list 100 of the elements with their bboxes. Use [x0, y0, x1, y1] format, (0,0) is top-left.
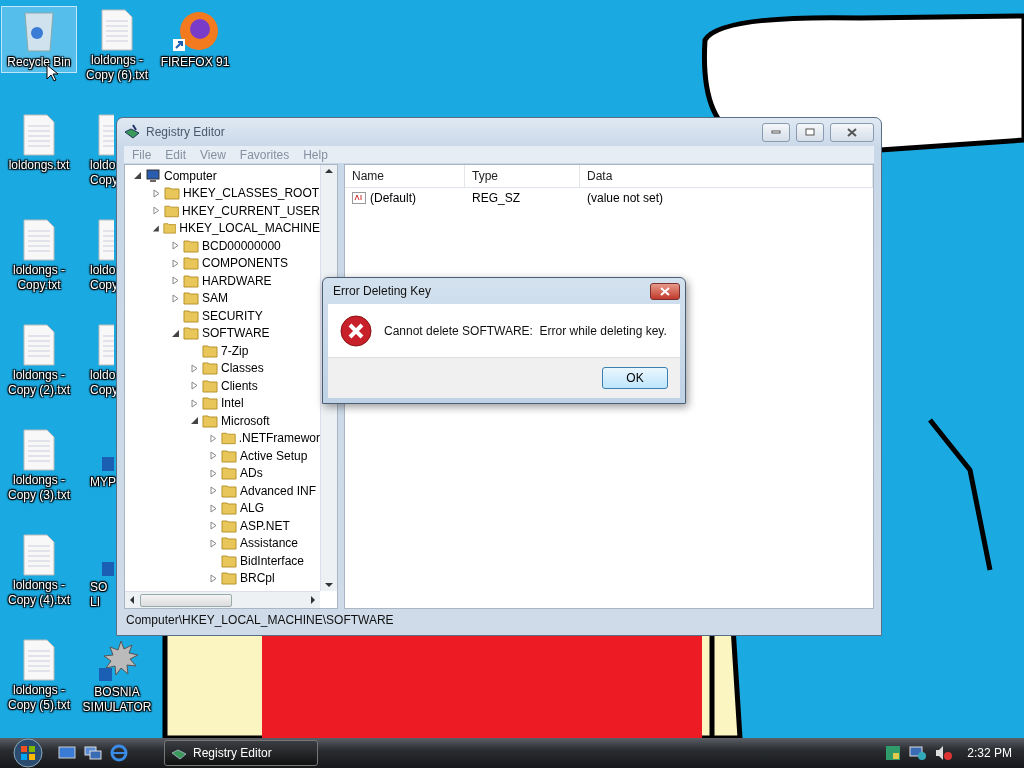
- folder-icon: [163, 203, 179, 218]
- icon-label: loldongs - Copy (4).txt: [7, 578, 71, 608]
- tree-item[interactable]: ASP.NET: [240, 518, 290, 533]
- monitor-icon[interactable]: [909, 745, 928, 761]
- icon-label: SO LI: [90, 580, 109, 610]
- recycle-bin-icon[interactable]: [22, 9, 56, 53]
- tree-item[interactable]: BCD00000000: [202, 238, 281, 253]
- tree-item[interactable]: Computer: [164, 168, 217, 183]
- tree-item[interactable]: HKEY_CURRENT_USER: [181, 203, 320, 218]
- tree-item[interactable]: ALG: [240, 501, 264, 516]
- tree-item[interactable]: BidInterface: [240, 553, 305, 568]
- collapse-arrow-icon[interactable]: [133, 171, 142, 181]
- tree-item[interactable]: HKEY_CLASSES_ROOT: [183, 186, 320, 201]
- expand-arrow-icon[interactable]: [190, 363, 199, 373]
- expand-arrow-icon[interactable]: [152, 206, 161, 216]
- folder-icon: [164, 186, 180, 201]
- desktop-icon[interactable]: [58, 746, 76, 760]
- scroll-right-icon[interactable]: [311, 596, 316, 604]
- registry-icon: [124, 124, 140, 140]
- value-name[interactable]: (Default): [345, 191, 465, 205]
- minimize-button[interactable]: [762, 122, 790, 142]
- folder-icon: [202, 378, 218, 393]
- tree-item[interactable]: HARDWARE: [202, 273, 272, 288]
- expand-arrow-icon[interactable]: [209, 451, 218, 461]
- expand-arrow-icon[interactable]: [190, 398, 199, 408]
- computer-icon: [145, 168, 161, 183]
- close-button[interactable]: [830, 122, 874, 142]
- tree-item[interactable]: SOFTWARE: [202, 326, 270, 341]
- text-file-icon[interactable]: [98, 324, 114, 366]
- clock[interactable]: 2:32 PM: [967, 746, 1012, 760]
- expand-arrow-icon[interactable]: [171, 241, 180, 251]
- text-file-icon[interactable]: [23, 429, 55, 471]
- text-file-icon[interactable]: [23, 324, 55, 366]
- tree-item[interactable]: Active Setup: [240, 448, 308, 463]
- tree-item[interactable]: Clients: [221, 378, 258, 393]
- collapse-arrow-icon[interactable]: [190, 416, 199, 426]
- scroll-left-icon[interactable]: [129, 596, 134, 604]
- tree-item[interactable]: HKEY_LOCAL_MACHINE: [179, 221, 320, 236]
- folder-icon: [202, 343, 218, 358]
- expand-arrow-icon[interactable]: [171, 293, 180, 303]
- value-type: REG_SZ: [471, 191, 521, 205]
- error-message: Cannot delete SOFTWARE: Error while deleting key.: [384, 323, 667, 338]
- folder-icon: [221, 483, 237, 498]
- icon-label: loldongs - Copy (3).txt: [7, 473, 71, 503]
- expand-arrow-icon[interactable]: [209, 486, 218, 496]
- tree-item[interactable]: COMPONENTS: [202, 256, 288, 271]
- scroll-down-icon[interactable]: [325, 583, 333, 588]
- tree-item[interactable]: Assistance: [240, 536, 299, 551]
- tree-item[interactable]: ADs: [240, 466, 263, 481]
- tree-item[interactable]: Classes: [221, 361, 264, 376]
- collapse-arrow-icon[interactable]: [152, 223, 160, 233]
- text-file-icon[interactable]: [101, 9, 133, 51]
- expand-arrow-icon[interactable]: [209, 468, 218, 478]
- close-button[interactable]: [650, 282, 680, 300]
- expand-arrow-icon[interactable]: [209, 538, 218, 548]
- text-file-icon[interactable]: [23, 639, 55, 681]
- scroll-up-icon[interactable]: [325, 168, 333, 173]
- expand-arrow-icon[interactable]: [171, 258, 180, 268]
- tree-item[interactable]: SAM: [202, 291, 228, 306]
- text-file-icon[interactable]: [98, 114, 114, 156]
- tree-item[interactable]: Advanced INF: [240, 483, 317, 498]
- expand-arrow-icon[interactable]: [209, 573, 218, 583]
- text-file-icon[interactable]: [23, 219, 55, 261]
- folder-icon: [183, 308, 199, 323]
- horizontal-scrollbar[interactable]: [125, 591, 320, 608]
- tree-item[interactable]: 7-Zip: [221, 343, 249, 358]
- tree-item[interactable]: .NETFramewor: [238, 431, 320, 446]
- maximize-button[interactable]: [796, 122, 824, 142]
- expand-arrow-icon[interactable]: [152, 188, 161, 198]
- collapse-arrow-icon[interactable]: [171, 328, 180, 338]
- network-icon[interactable]: [885, 745, 902, 761]
- expand-arrow-icon[interactable]: [190, 381, 199, 391]
- icon-label: Recycle Bin: [6, 55, 72, 70]
- icon-label: loldongs.txt: [7, 158, 71, 173]
- ok-button[interactable]: OK: [602, 367, 668, 389]
- column-header[interactable]: Name: [345, 165, 465, 187]
- icon-label: loldongs - Copy.txt: [12, 263, 66, 293]
- icon-label: BOSNIA SIMULATOR: [81, 685, 153, 715]
- expand-arrow-icon[interactable]: [209, 433, 218, 443]
- tree-item[interactable]: Intel: [221, 396, 244, 411]
- close-icon: [660, 286, 670, 296]
- taskbar-button[interactable]: Registry Editor: [164, 740, 318, 766]
- tree-item[interactable]: SECURITY: [202, 308, 263, 323]
- text-file-icon[interactable]: [98, 219, 114, 261]
- column-header[interactable]: Data: [580, 165, 873, 187]
- folder-icon: [202, 413, 218, 428]
- folder-icon: [183, 326, 199, 341]
- browser-icon[interactable]: [171, 9, 219, 53]
- expand-arrow-icon[interactable]: [209, 521, 218, 531]
- browser-icon[interactable]: [110, 744, 128, 762]
- text-file-icon[interactable]: [23, 534, 55, 576]
- text-file-icon[interactable]: [23, 114, 55, 156]
- tree-item[interactable]: BRCpl: [240, 571, 275, 586]
- column-header[interactable]: Type: [465, 165, 580, 187]
- tree-item[interactable]: Microsoft: [221, 413, 270, 428]
- window-switch-icon[interactable]: [84, 746, 102, 760]
- icon-label: loldongs - Copy (2).txt: [7, 368, 71, 398]
- muted-speaker-icon[interactable]: [935, 745, 954, 761]
- expand-arrow-icon[interactable]: [209, 503, 218, 513]
- expand-arrow-icon[interactable]: [171, 276, 180, 286]
